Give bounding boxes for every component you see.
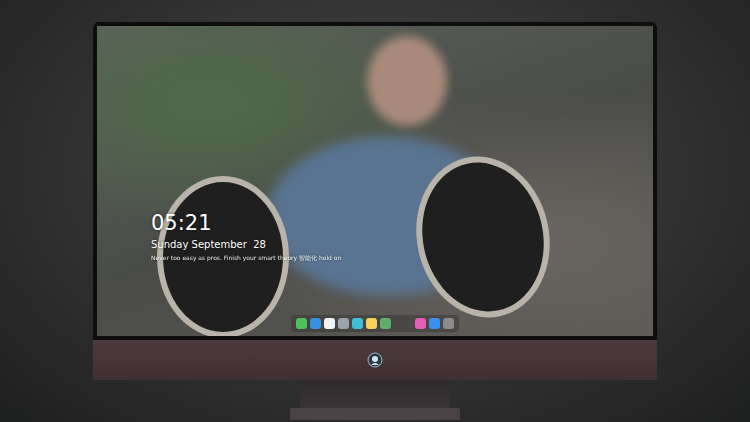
monitor-bezel: 05:21 Sunday September 28 Never too easy a… — [93, 22, 657, 340]
app-icon[interactable] — [380, 318, 391, 329]
clock-time: 05:21 — [151, 212, 653, 235]
monitor-base — [290, 408, 460, 420]
app-icon[interactable] — [443, 318, 454, 329]
app-icon[interactable] — [415, 318, 426, 329]
monitor: 05:21 Sunday September 28 Never too easy a… — [93, 22, 657, 422]
clock-date: Sunday September 28 — [151, 239, 653, 250]
brand-logo-icon — [367, 352, 383, 368]
app-icon[interactable] — [310, 318, 321, 329]
dock — [291, 315, 459, 332]
desktop-background: 05:21 Sunday September 28 Never too easy a… — [0, 0, 750, 422]
monitor-stand — [300, 380, 450, 408]
app-icon[interactable] — [324, 318, 335, 329]
clock-caption: Never too easy as pros. Finish your smar… — [151, 254, 653, 263]
monitor-chin — [93, 340, 657, 380]
app-icon[interactable] — [366, 318, 377, 329]
app-icon[interactable] — [352, 318, 363, 329]
dock-separator — [394, 318, 412, 329]
app-icon[interactable] — [429, 318, 440, 329]
wallpaper-photo — [97, 26, 653, 336]
lock-screen: 05:21 Sunday September 28 Never too easy a… — [97, 26, 653, 336]
app-icon[interactable] — [338, 318, 349, 329]
clock-widget: 05:21 Sunday September 28 Never too easy a… — [97, 212, 653, 263]
app-icon[interactable] — [296, 318, 307, 329]
